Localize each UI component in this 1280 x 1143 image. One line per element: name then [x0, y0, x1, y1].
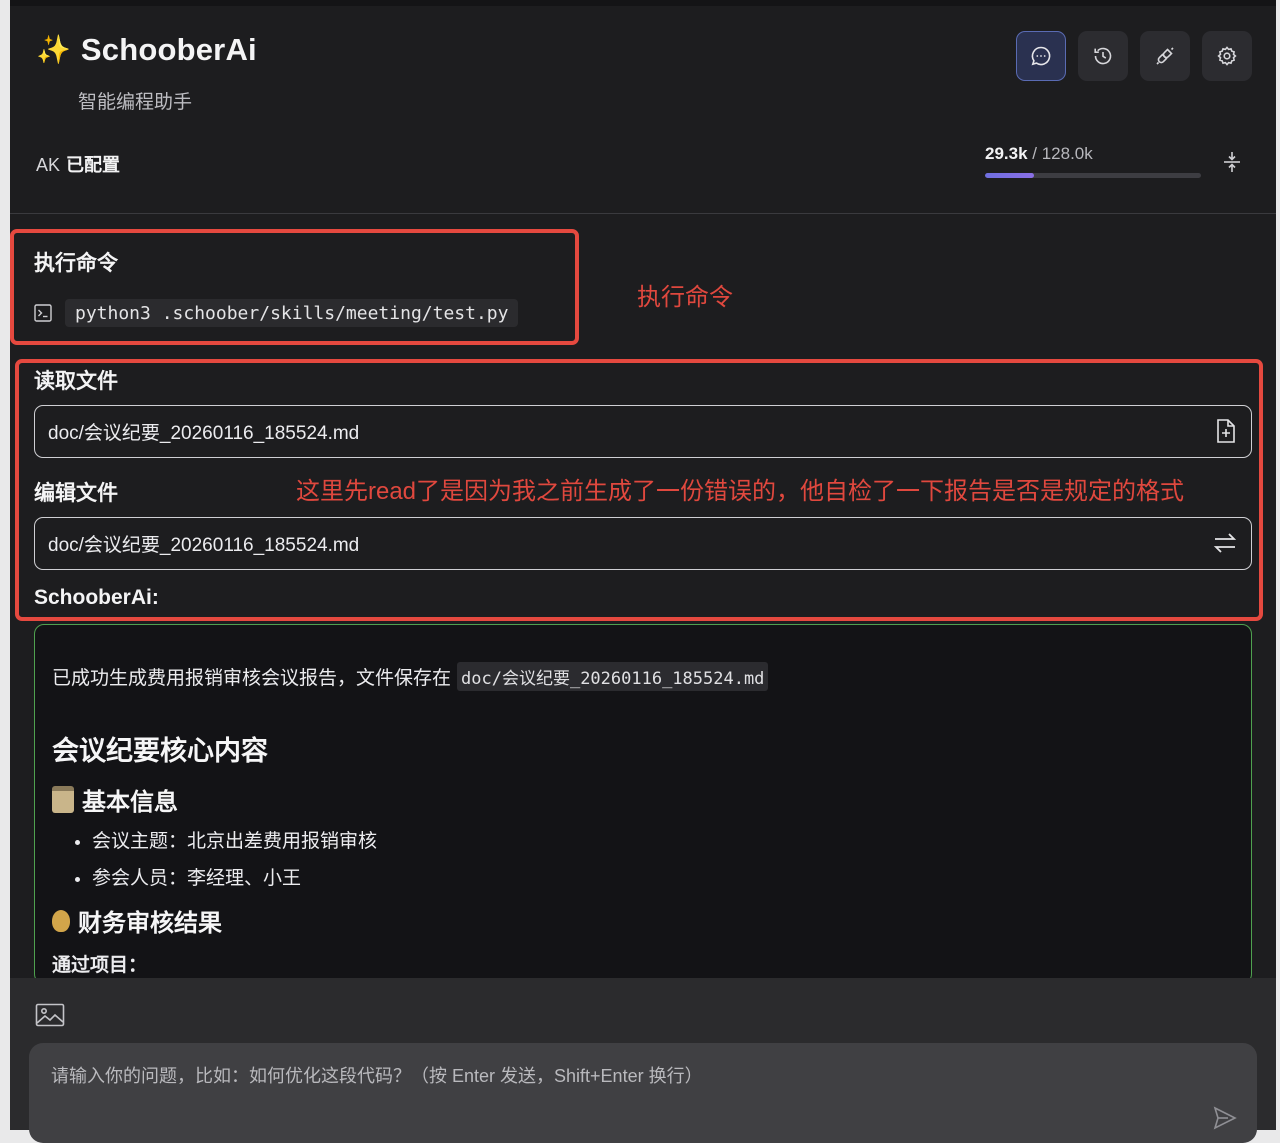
tokens-used: 29.3k	[985, 144, 1028, 163]
image-upload-icon[interactable]	[35, 1003, 65, 1027]
read-file-path: doc/会议纪要_20260116_185524.md	[48, 423, 360, 444]
list-item: 会议主题：北京出差费用报销审核	[92, 823, 1232, 860]
section-basic-info: 基本信息	[52, 782, 1232, 817]
terminal-icon	[34, 304, 52, 322]
read-title: 读取文件	[34, 370, 118, 393]
message-intro: 已成功生成费用报销审核会议报告，文件保存在	[52, 668, 452, 689]
plugin-button[interactable]	[1140, 31, 1190, 81]
section-finance-title: 财务审核结果	[78, 910, 222, 937]
clipboard-icon	[52, 786, 74, 813]
assistant-message: 已成功生成费用报销审核会议报告，文件保存在 doc/会议纪要_20260116_…	[34, 624, 1252, 984]
basic-info-list: 会议主题：北京出差费用报销审核 参会人员：李经理、小王	[52, 823, 1232, 897]
message-file-code: doc/会议纪要_20260116_185524.md	[457, 662, 769, 691]
tokens-sep: /	[1027, 144, 1042, 163]
top-edge	[10, 0, 1276, 6]
list-item: 参会人员：李经理、小王	[92, 860, 1232, 897]
ak-label: AK	[36, 155, 61, 175]
exec-title: 执行命令	[34, 252, 118, 275]
send-icon[interactable]	[1212, 1105, 1238, 1131]
header-divider	[10, 213, 1276, 214]
assistant-label: SchooberAi:	[34, 586, 159, 609]
file-add-icon	[1217, 419, 1235, 443]
annotation-read-note: 这里先read了是因为我之前生成了一份错误的，他自检了一下报告是否是规定的格式	[296, 478, 1185, 505]
chat-input-wrapper	[29, 1043, 1257, 1143]
tokens-total: 128.0k	[1041, 144, 1093, 163]
app-window: ✨ SchooberAi 智能编程助手 AK 已配置 29.3k / 128.0…	[10, 0, 1276, 1143]
money-bag-icon	[52, 909, 70, 932]
ak-value: 已配置	[66, 155, 121, 175]
section-basic-info-title: 基本信息	[82, 789, 178, 816]
read-file-row[interactable]: doc/会议纪要_20260116_185524.md	[34, 405, 1252, 458]
passed-items-label: 通过项目：	[52, 955, 148, 976]
edit-file-path: doc/会议纪要_20260116_185524.md	[48, 535, 360, 556]
chat-button[interactable]	[1016, 31, 1066, 81]
message-heading: 会议纪要核心内容	[52, 736, 268, 766]
plug-icon	[1156, 47, 1174, 65]
app-subtitle: 智能编程助手	[78, 92, 193, 113]
history-icon	[1094, 47, 1112, 65]
token-progress-bar	[985, 173, 1201, 178]
section-finance-result: 财务审核结果	[52, 903, 1232, 938]
settings-button[interactable]	[1202, 31, 1252, 81]
edit-title: 编辑文件	[34, 482, 118, 505]
chat-icon	[1031, 46, 1051, 66]
gear-icon	[1217, 46, 1237, 66]
annotation-exec-note: 执行命令	[637, 284, 733, 311]
message-body: 已成功生成费用报销审核会议报告，文件保存在 doc/会议纪要_20260116_…	[52, 662, 1232, 977]
compress-icon[interactable]	[1221, 150, 1243, 174]
swap-icon	[1213, 533, 1237, 553]
sparkle-icon: ✨	[36, 34, 71, 65]
brand: ✨ SchooberAi	[36, 32, 257, 68]
edit-file-row[interactable]: doc/会议纪要_20260116_185524.md	[34, 517, 1252, 570]
ak-status: AK 已配置	[36, 151, 120, 177]
message-intro-line: 已成功生成费用报销审核会议报告，文件保存在 doc/会议纪要_20260116_…	[52, 662, 1232, 691]
app-title: SchooberAi	[80, 32, 257, 67]
token-usage: 29.3k / 128.0k	[985, 144, 1093, 164]
chat-input[interactable]	[49, 1055, 1193, 1097]
exec-command: python3 .schoober/skills/meeting/test.py	[65, 299, 519, 327]
token-progress-fill	[985, 173, 1035, 178]
history-button[interactable]	[1078, 31, 1128, 81]
